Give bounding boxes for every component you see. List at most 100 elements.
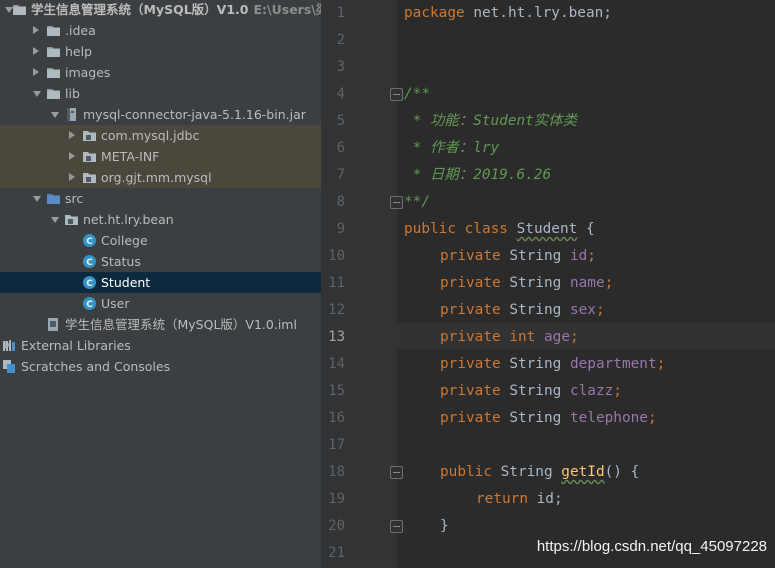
line-number-gutter: 1 2 3 4 5 6 7 8 9 10 11 12 13 14 15 16 17 18 19 20 21 (321, 0, 397, 568)
svg-text:C: C (86, 237, 93, 247)
code-editor[interactable]: 1 2 3 4 5 6 7 8 9 10 11 12 13 14 15 16 17 18 19 20 21 packag… (321, 0, 775, 568)
keyword: int (509, 329, 536, 345)
field-name: name (569, 275, 605, 291)
class-icon: C (82, 254, 97, 269)
library-icon (2, 338, 17, 353)
chevron-right-icon[interactable] (33, 26, 39, 34)
tree-item[interactable]: net.ht.lry.bean (0, 209, 321, 230)
tree-item[interactable]: src (0, 188, 321, 209)
scratches-icon (2, 359, 17, 374)
folder-icon (46, 23, 61, 38)
tree-item[interactable]: External Libraries (0, 335, 321, 356)
line-number: 3 (336, 59, 345, 75)
semicolon: ; (613, 383, 622, 399)
field-name: sex (569, 302, 596, 318)
method-params: () { (604, 464, 640, 480)
code-line-19: return id; (476, 486, 563, 513)
code-line-8: **/ (404, 189, 430, 216)
tree-item[interactable]: org.gjt.mm.mysql (0, 167, 321, 188)
type: String (500, 302, 570, 318)
doc-comment: /** (404, 86, 430, 102)
tree-item[interactable]: C Status (0, 251, 321, 272)
chevron-down-icon[interactable] (51, 217, 59, 223)
tree-item[interactable]: .idea (0, 20, 321, 41)
keyword: class (455, 221, 517, 237)
tree-item[interactable]: mysql-connector-java-5.1.16-bin.jar (0, 104, 321, 125)
type: String (500, 356, 570, 372)
code-line-9: public class Student { (404, 216, 595, 243)
keyword: package (404, 5, 465, 21)
line-number: 5 (336, 113, 345, 129)
line-number: 7 (336, 167, 345, 183)
semicolon: ; (570, 329, 579, 345)
keyword: public (440, 464, 492, 480)
chevron-down-icon[interactable] (33, 91, 41, 97)
fold-marker[interactable] (390, 466, 403, 479)
field-name: telephone (569, 410, 648, 426)
tree-item-label: .idea (65, 23, 96, 38)
line-number: 11 (328, 275, 345, 291)
semicolon: ; (587, 248, 596, 264)
chevron-right-icon[interactable] (33, 47, 39, 55)
keyword: private (440, 329, 501, 345)
svg-text:C: C (86, 258, 93, 268)
tree-item[interactable]: C Student (0, 272, 321, 293)
line-number: 12 (328, 302, 345, 318)
chevron-down-icon[interactable] (51, 112, 59, 118)
code-line-10: private String id; (440, 243, 596, 270)
keyword: private (440, 248, 501, 264)
code-line-16: private String telephone; (440, 405, 657, 432)
tree-item[interactable]: 学生信息管理系统（MySQL版）V1.0.iml (0, 314, 321, 335)
type: String (491, 464, 562, 480)
fold-marker[interactable] (390, 196, 403, 209)
tree-item-label: src (65, 191, 84, 206)
tree-item[interactable]: 学生信息管理系统（MySQL版）V1.0 E:\Users\梁\学 (0, 0, 321, 20)
line-number: 17 (328, 437, 345, 453)
field-name: clazz (569, 383, 614, 399)
semicolon: ; (595, 302, 605, 318)
keyword: return (476, 491, 528, 507)
code-line-13: private int age; (440, 324, 579, 351)
tree-item[interactable]: C College (0, 230, 321, 251)
fold-marker[interactable] (390, 520, 403, 533)
tree-item-label: org.gjt.mm.mysql (101, 170, 212, 185)
brace: { (577, 221, 595, 237)
code-line-7: * 日期：2019.6.26 (404, 162, 551, 189)
chevron-right-icon[interactable] (69, 152, 75, 160)
class-icon: C (82, 296, 97, 311)
tree-item[interactable]: META-INF (0, 146, 321, 167)
package-icon (82, 149, 97, 164)
semicolon: ; (647, 410, 657, 426)
tree-item-label: com.mysql.jdbc (101, 128, 200, 143)
tree-item[interactable]: lib (0, 83, 321, 104)
iml-file-icon (46, 317, 61, 332)
semicolon: ; (656, 356, 666, 372)
tree-item[interactable]: com.mysql.jdbc (0, 125, 321, 146)
tree-item[interactable]: Scratches and Consoles (0, 356, 321, 377)
tree-item-label: lib (65, 86, 80, 101)
type: String (500, 383, 570, 399)
chevron-down-icon[interactable] (33, 196, 41, 202)
line-number: 8 (336, 194, 345, 210)
fold-marker[interactable] (390, 88, 403, 101)
type: String (500, 275, 570, 291)
chevron-right-icon[interactable] (69, 173, 75, 181)
tree-item-label: Student (101, 275, 151, 290)
chevron-right-icon[interactable] (69, 131, 75, 139)
line-number: 2 (336, 32, 345, 48)
method-name: getId (561, 464, 605, 480)
tree-item-label: External Libraries (21, 338, 131, 353)
package-icon (64, 212, 79, 227)
tree-item[interactable]: help (0, 41, 321, 62)
tree-item[interactable]: images (0, 62, 321, 83)
folder-icon (12, 2, 27, 17)
tree-item-label: User (101, 296, 130, 311)
project-path: E:\Users\梁\学 (253, 2, 322, 17)
field-name: id (569, 248, 588, 264)
return-value: id; (527, 491, 563, 507)
keyword: private (440, 275, 501, 291)
line-number: 1 (336, 5, 345, 21)
tree-item[interactable]: C User (0, 293, 321, 314)
folder-icon (46, 44, 61, 59)
chevron-right-icon[interactable] (33, 68, 39, 76)
